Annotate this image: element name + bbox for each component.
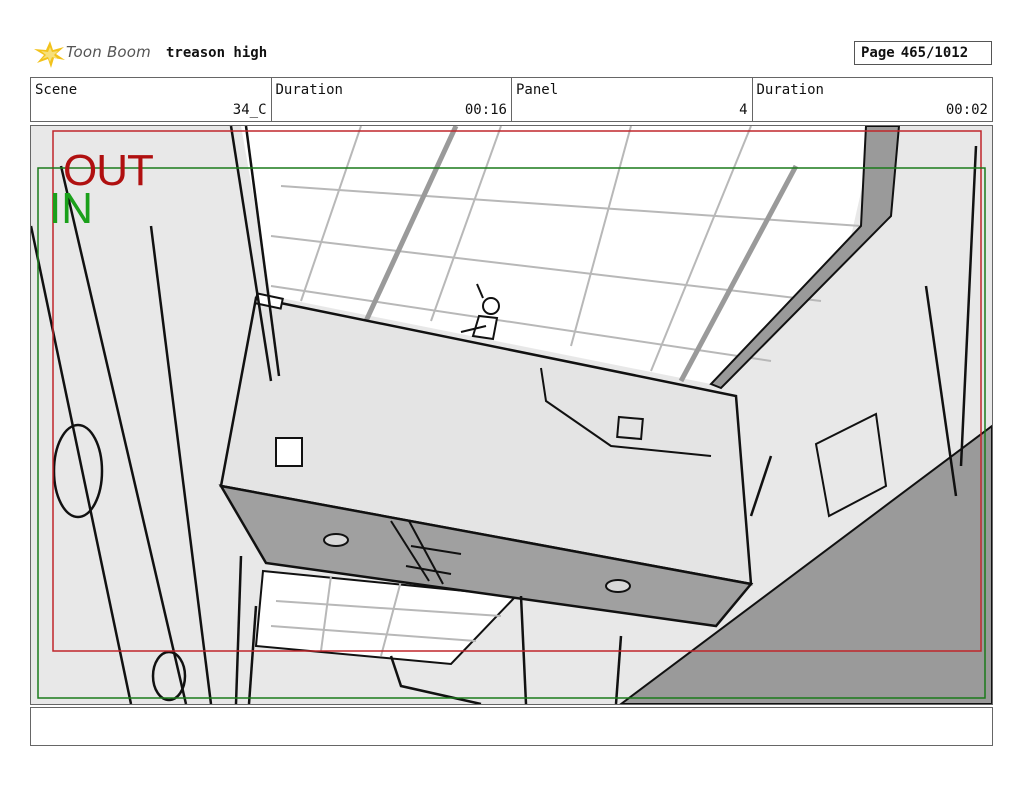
- in-label: IN: [49, 184, 93, 233]
- panel-label: Panel: [516, 82, 559, 98]
- star-burst-icon: [34, 41, 65, 68]
- logo-text: Toon Boom: [66, 43, 151, 61]
- scene-duration-cell: Duration 00:16: [272, 78, 512, 121]
- panel-cell: Panel 4: [512, 78, 753, 121]
- panel-duration-label: Duration: [756, 82, 824, 98]
- page-counter: Page 465/1012: [854, 41, 992, 65]
- page-label: Page: [861, 45, 895, 61]
- project-title: treason high: [166, 45, 268, 61]
- panel-value: 4: [739, 102, 748, 118]
- scene-duration-label: Duration: [275, 82, 343, 98]
- storyboard-panel: OUT IN: [30, 125, 993, 705]
- scene-info-row: Scene 34_C Duration 00:16 Panel 4 Durati…: [30, 77, 993, 122]
- scene-duration-value: 00:16: [464, 102, 507, 118]
- scene-label: Scene: [35, 82, 78, 98]
- panel-sketch: [31, 126, 992, 704]
- scene-cell: Scene 34_C: [31, 78, 272, 121]
- page-value: 465/1012: [900, 45, 969, 61]
- scene-value: 34_C: [232, 102, 267, 118]
- panel-notes: [30, 707, 993, 746]
- panel-duration-value: 00:02: [945, 102, 988, 118]
- panel-duration-cell: Duration 00:02: [753, 78, 993, 121]
